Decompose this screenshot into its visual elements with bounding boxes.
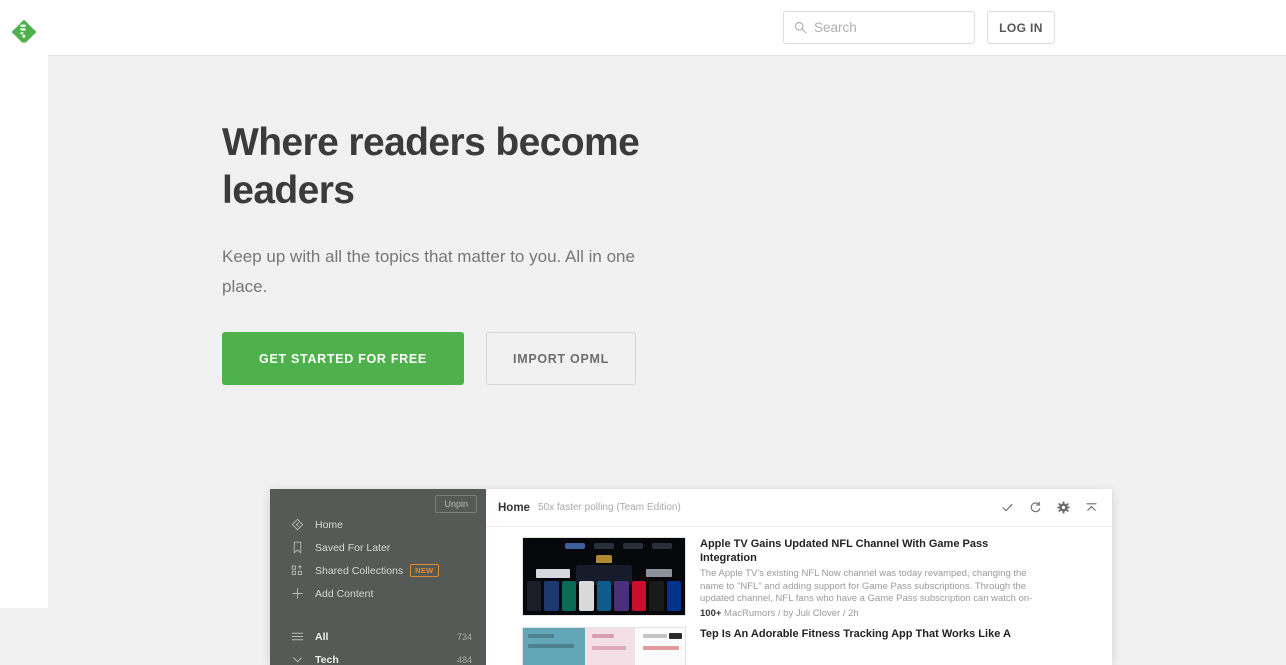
article-title[interactable]: Apple TV Gains Updated NFL Channel With … — [700, 537, 1044, 565]
preview-topbar-icons — [1001, 501, 1098, 514]
article-meta: 100+ MacRumors / by Juli Clover / 2h — [700, 608, 1098, 619]
preview-nav-list: Home Saved For Later — [270, 513, 486, 605]
left-rail — [0, 0, 48, 608]
mark-read-check-icon[interactable] — [1001, 501, 1014, 514]
collections-grid-icon — [290, 564, 305, 578]
search-box[interactable] — [783, 11, 975, 44]
list-lines-icon — [290, 630, 305, 644]
login-button[interactable]: LOG IN — [987, 11, 1055, 44]
feed-item-count: 484 — [457, 655, 472, 665]
article-title[interactable]: Tep Is An Adorable Fitness Tracking App … — [700, 627, 1044, 641]
gear-icon[interactable] — [1057, 501, 1070, 514]
hero-subtitle: Keep up with all the topics that matter … — [222, 242, 642, 302]
hero-section: Where readers become leaders Keep up wit… — [48, 57, 1286, 608]
top-header: LOG IN — [48, 0, 1286, 56]
preview-sidebar: Unpin Home — [270, 489, 486, 665]
app-preview-card: Unpin Home — [270, 489, 1112, 665]
feed-item-label: All — [315, 631, 328, 643]
search-input[interactable] — [814, 14, 964, 42]
sidebar-item-saved-for-later[interactable]: Saved For Later — [270, 536, 486, 559]
import-opml-button[interactable]: IMPORT OPML — [486, 332, 636, 385]
feed-item-all[interactable]: All 734 — [270, 625, 486, 648]
search-icon — [794, 21, 807, 34]
unpin-button[interactable]: Unpin — [435, 495, 477, 513]
sidebar-item-label: Add Content — [315, 588, 373, 600]
sidebar-item-home[interactable]: Home — [270, 513, 486, 536]
sidebar-item-label: Shared Collections — [315, 565, 403, 577]
chevron-down-icon — [290, 653, 305, 665]
sidebar-item-label: Home — [315, 519, 343, 531]
article-thumbnail — [522, 627, 686, 665]
article-engagement-count: 100+ — [700, 608, 721, 619]
article-source: MacRumors / by Juli Clover / 2h — [724, 608, 859, 619]
feedly-logo-icon[interactable] — [10, 18, 38, 46]
preview-content-pane: Home 50x faster polling (Team Edition) — [486, 489, 1112, 665]
article-row[interactable]: Tep Is An Adorable Fitness Tracking App … — [486, 619, 1112, 665]
page-title: Where readers become leaders — [222, 119, 652, 215]
get-started-button[interactable]: GET STARTED FOR FREE — [222, 332, 464, 385]
preview-topbar-subtitle: 50x faster polling (Team Edition) — [538, 502, 681, 513]
preview-topbar: Home 50x faster polling (Team Edition) — [486, 489, 1112, 527]
bookmark-icon — [290, 541, 305, 555]
header-actions: LOG IN — [783, 11, 1055, 44]
collapse-up-icon[interactable] — [1085, 501, 1098, 514]
new-badge: NEW — [410, 564, 438, 577]
preview-feed-list: All 734 Tech 484 — [270, 625, 486, 665]
hero-cta-group: GET STARTED FOR FREE IMPORT OPML — [222, 332, 636, 385]
feed-item-tech[interactable]: Tech 484 — [270, 648, 486, 665]
sidebar-item-shared-collections[interactable]: Shared Collections NEW — [270, 559, 486, 582]
article-row[interactable]: Apple TV Gains Updated NFL Channel With … — [486, 527, 1112, 619]
refresh-icon[interactable] — [1029, 501, 1042, 514]
feed-item-count: 734 — [457, 632, 472, 642]
home-diamond-icon — [290, 518, 305, 532]
plus-icon — [290, 587, 305, 601]
sidebar-item-add-content[interactable]: Add Content — [270, 582, 486, 605]
preview-topbar-title: Home — [498, 502, 530, 514]
article-thumbnail — [522, 537, 686, 616]
article-snippet: The Apple TV's existing NFL Now channel … — [700, 568, 1048, 606]
sidebar-item-label: Saved For Later — [315, 542, 390, 554]
feed-item-label: Tech — [315, 654, 339, 665]
